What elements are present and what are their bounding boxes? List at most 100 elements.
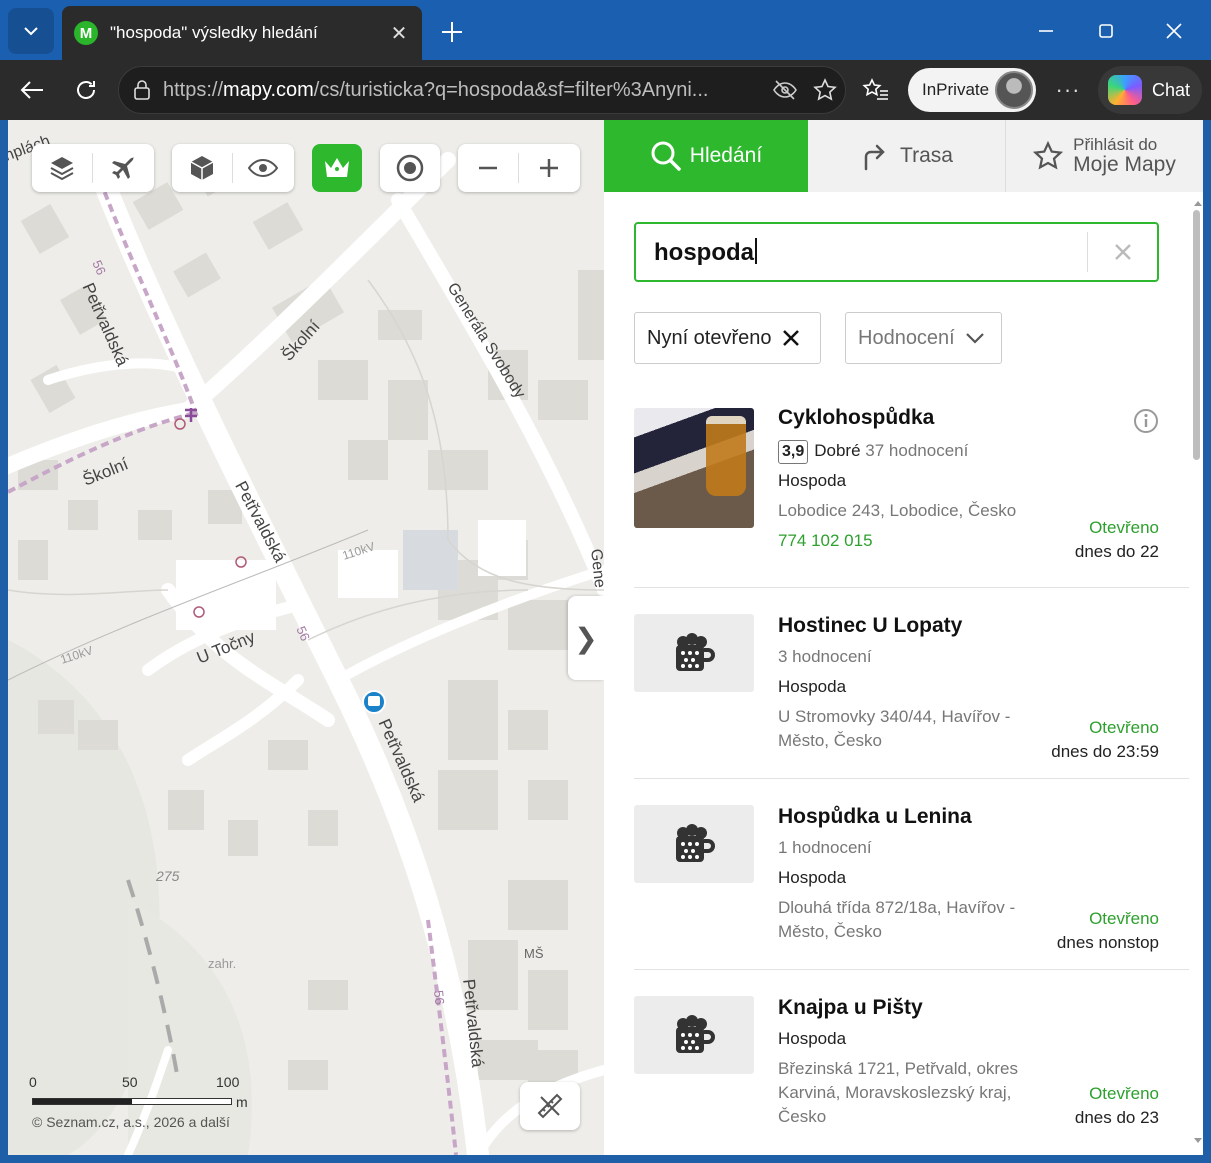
- zoom-in-button[interactable]: [519, 144, 579, 192]
- result-status: Otevřeno dnes do 22: [1075, 516, 1159, 564]
- scale-bar: [32, 1098, 232, 1105]
- result-item[interactable]: Knajpa u Pišty Hospoda Březinská 1721, P…: [634, 970, 1189, 1155]
- open-hours: dnes do 22: [1074, 542, 1159, 561]
- school-label: MŠ: [524, 946, 544, 961]
- result-item[interactable]: Hospůdka u Lenina 1 hodnocení Hospoda Dl…: [634, 779, 1189, 970]
- plus-icon: [442, 22, 462, 42]
- close-window-button[interactable]: [1144, 8, 1204, 54]
- login-line1: Přihlásit do: [1073, 135, 1158, 154]
- open-status: Otevřeno: [1089, 909, 1159, 928]
- cube-icon: [190, 156, 214, 180]
- tab-search[interactable]: Hledání: [604, 120, 808, 192]
- result-status: Otevřeno dnes do 23: [1075, 1082, 1159, 1130]
- close-icon: [1114, 244, 1131, 260]
- maximize-button[interactable]: [1076, 8, 1136, 54]
- arrow-left-icon: [20, 81, 43, 99]
- results-list: Cyklohospůdka 3,9 Dobré 37 hodnocení Hosp…: [634, 406, 1189, 1155]
- inprivate-label: InPrivate: [922, 80, 990, 99]
- premium-button[interactable]: [312, 144, 362, 192]
- clear-search-button[interactable]: [1087, 232, 1157, 272]
- measure-button[interactable]: [520, 1082, 580, 1130]
- search-panel: Hledání Trasa Přihlásit do Moje Mapy hos…: [604, 120, 1203, 1155]
- garden-label: zahr.: [208, 956, 237, 971]
- map-canvas[interactable]: Petřvaldská Školní Generála Svobody U To…: [8, 120, 604, 1155]
- inprivate-button[interactable]: InPrivate: [908, 68, 1036, 112]
- location-target-icon: [396, 154, 424, 182]
- browser-tab[interactable]: M "hospoda" výsledky hledání ✕: [62, 6, 422, 60]
- tab-close-icon[interactable]: ✕: [384, 21, 414, 46]
- map-copyright[interactable]: © Seznam.cz, a.s., 2026 a další: [32, 1114, 230, 1130]
- scroll-up-icon[interactable]: [1192, 198, 1204, 208]
- minimize-icon: [1039, 30, 1053, 32]
- search-input[interactable]: hospoda: [636, 237, 1087, 267]
- new-tab-button[interactable]: [432, 12, 472, 52]
- ruler-pencil-icon: [537, 1093, 563, 1119]
- filter-open-now[interactable]: Nyní otevřeno: [634, 312, 821, 364]
- back-button[interactable]: [12, 70, 52, 110]
- more-dots-icon: ···: [1055, 77, 1081, 102]
- chevron-right-icon: ❯: [574, 622, 598, 654]
- tab-title: "hospoda" výsledky hledání: [110, 23, 318, 42]
- result-name: Hospůdka u Lenina: [778, 805, 972, 828]
- result-category: Hospoda: [778, 677, 847, 696]
- result-name: Cyklohospůdka: [778, 406, 935, 429]
- lock-icon: [134, 80, 150, 100]
- chat-label: Chat: [1152, 79, 1191, 100]
- crown-icon: [325, 158, 349, 177]
- tab-login[interactable]: Přihlásit do Moje Mapy: [1006, 120, 1203, 192]
- layers-button[interactable]: [32, 144, 92, 192]
- result-name: Hostinec U Lopaty: [778, 614, 963, 637]
- open-hours: dnes do 23:59: [1051, 742, 1159, 761]
- info-icon[interactable]: [1133, 408, 1159, 434]
- tab-route-label: Trasa: [900, 144, 953, 167]
- result-item[interactable]: Hostinec U Lopaty 3 hodnocení Hospoda U …: [634, 588, 1189, 779]
- favorite-button[interactable]: [805, 70, 845, 110]
- tracking-prevention-button[interactable]: [765, 70, 805, 110]
- result-item[interactable]: Cyklohospůdka 3,9 Dobré 37 hodnocení Hosp…: [634, 406, 1189, 588]
- review-count: 37 hodnocení: [865, 441, 969, 460]
- result-thumbnail: [634, 996, 754, 1074]
- close-icon[interactable]: [782, 329, 800, 347]
- scroll-down-icon[interactable]: [1192, 1136, 1204, 1146]
- copilot-chat-button[interactable]: Chat: [1098, 66, 1202, 114]
- open-hours: dnes nonstop: [1056, 933, 1159, 952]
- scrollbar-thumb[interactable]: [1193, 210, 1200, 460]
- close-icon: [1166, 23, 1182, 39]
- filter-rating[interactable]: Hodnocení: [845, 312, 1002, 364]
- refresh-button[interactable]: [66, 70, 106, 110]
- collapse-panel-button[interactable]: ❯: [568, 596, 604, 680]
- result-status: Otevřeno dnes do 23:59: [1051, 716, 1159, 764]
- favorites-list-icon: [862, 78, 888, 100]
- panorama-button[interactable]: [233, 144, 293, 192]
- my-location-button[interactable]: [380, 144, 440, 192]
- favorites-button[interactable]: [856, 70, 896, 110]
- road-number-label: 56: [431, 989, 448, 1006]
- tab-actions-button[interactable]: [8, 8, 54, 54]
- zoom-out-button[interactable]: [458, 144, 518, 192]
- chevron-down-icon: [24, 27, 38, 36]
- address-bar[interactable]: https://mapy.com/cs/turisticka?q=hospoda…: [118, 66, 846, 114]
- panel-tabs: Hledání Trasa Přihlásit do Moje Mapy: [604, 120, 1203, 192]
- mapy-favicon-icon: M: [74, 21, 98, 45]
- search-box[interactable]: hospoda: [634, 222, 1159, 282]
- login-line2: Moje Mapy: [1073, 153, 1176, 176]
- star-icon: [1033, 141, 1064, 170]
- url-text: https://mapy.com/cs/turisticka?q=hospoda…: [163, 78, 709, 101]
- scale-label-100: 100: [216, 1074, 240, 1090]
- filter-open-now-label: Nyní otevřeno: [647, 326, 772, 349]
- aerial-button[interactable]: [93, 144, 153, 192]
- minimize-button[interactable]: [1016, 8, 1076, 54]
- 3d-button[interactable]: [172, 144, 232, 192]
- tab-route[interactable]: Trasa: [808, 120, 1006, 192]
- result-category: Hospoda: [778, 1029, 847, 1048]
- map-view-group: [172, 144, 294, 192]
- result-address: Březinská 1721, Petřvald, okres Karviná,…: [778, 1059, 1019, 1126]
- more-menu-button[interactable]: ···: [1046, 70, 1090, 110]
- result-name: Knajpa u Pišty: [778, 996, 923, 1019]
- chevron-down-icon: [965, 333, 984, 344]
- window-frame: [0, 1155, 1211, 1163]
- tab-search-label: Hledání: [689, 144, 763, 167]
- result-phone[interactable]: 774 102 015: [778, 526, 1039, 556]
- result-photo: [634, 408, 754, 528]
- open-status: Otevřeno: [1089, 518, 1159, 537]
